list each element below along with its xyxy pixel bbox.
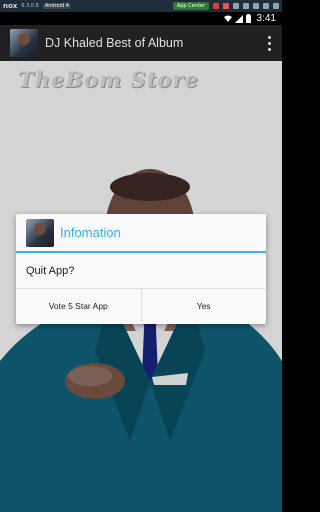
menu-icon[interactable] [233, 3, 239, 9]
wifi-icon [223, 15, 232, 22]
overflow-menu-icon[interactable] [268, 36, 272, 51]
battery-icon [245, 14, 251, 23]
android-version-badge: Android 4 [42, 3, 71, 9]
signal-icon [234, 14, 243, 23]
settings-icon[interactable] [243, 3, 249, 9]
status-time: 3:41 [256, 13, 276, 24]
emulator-logo: nox [3, 2, 18, 10]
app-icon[interactable] [10, 29, 38, 57]
action-bar: DJ Khaled Best of Album [0, 25, 282, 61]
status-bar: 3:41 [0, 12, 282, 25]
emulator-toolbar: nox 6.3.0.8 Android 4 App Center [0, 0, 282, 12]
gift-icon[interactable] [213, 3, 219, 9]
minimize-icon[interactable] [253, 3, 259, 9]
notification-icon[interactable] [223, 3, 229, 9]
yes-button[interactable]: Yes [140, 289, 266, 322]
dialog-header: Infomation [16, 214, 266, 253]
maximize-icon[interactable] [263, 3, 269, 9]
dialog-title: Infomation [60, 225, 121, 240]
quit-dialog: Infomation Quit App? Vote 5 Star App Yes [16, 214, 266, 324]
emulator-version: 6.3.0.8 [21, 3, 39, 9]
dialog-buttons: Vote 5 Star App Yes [16, 289, 266, 322]
vote-5-star-button[interactable]: Vote 5 Star App [16, 289, 141, 322]
close-icon[interactable] [273, 3, 279, 9]
app-center-button[interactable]: App Center [172, 2, 209, 10]
app-title: DJ Khaled Best of Album [45, 36, 184, 50]
dialog-message: Quit App? [16, 253, 266, 289]
dialog-app-icon [26, 218, 54, 247]
